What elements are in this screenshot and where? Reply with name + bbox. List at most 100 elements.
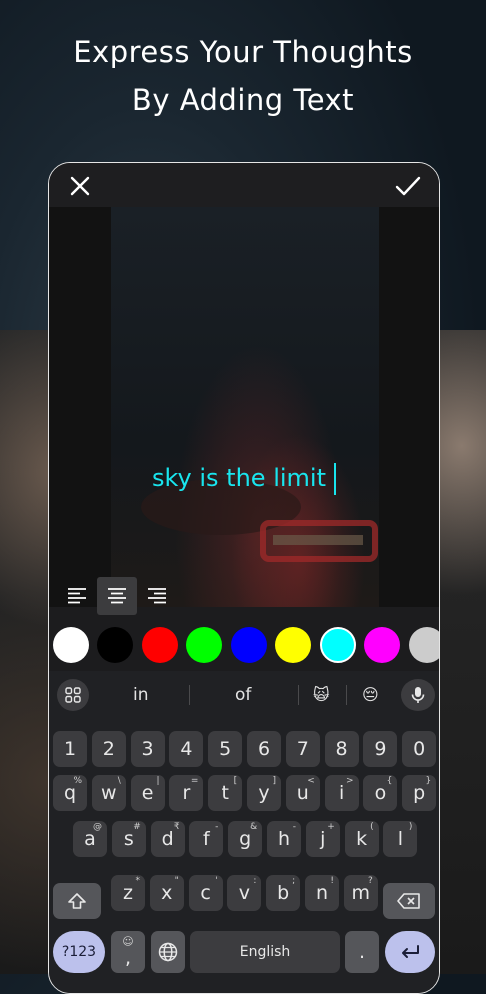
key-e[interactable]: e | (130, 775, 165, 811)
color-swatch-cyan[interactable] (320, 627, 356, 663)
key-n[interactable]: n! (305, 875, 339, 911)
key-hint: = (190, 776, 199, 786)
align-left-button[interactable] (57, 577, 97, 615)
key-label: i (338, 782, 345, 804)
key-hint: @ (93, 822, 102, 832)
key-hint: ! (330, 876, 334, 886)
microphone-icon[interactable] (401, 679, 435, 711)
key-z[interactable]: z * (111, 875, 145, 911)
key-label: z (123, 882, 133, 904)
key-label: 0 (413, 738, 426, 760)
key-label: v (238, 882, 251, 904)
key-hint: # (133, 822, 141, 832)
key-label: y (258, 782, 270, 804)
key-hint: % (73, 776, 82, 786)
align-right-button[interactable] (137, 577, 177, 615)
color-swatch-blue[interactable] (231, 627, 267, 663)
key-label: p (413, 782, 426, 804)
color-swatch-gray[interactable] (409, 627, 439, 663)
key-7[interactable]: 7 (285, 731, 320, 767)
key-l[interactable]: l) (383, 821, 418, 857)
key-hint: [ (233, 776, 238, 786)
key-a[interactable]: a @ (73, 821, 107, 857)
key-d[interactable]: d ₹ (150, 821, 185, 857)
key-f[interactable]: f- (189, 821, 224, 857)
headline-line-1: Express Your Thoughts (73, 35, 413, 69)
color-swatch-green[interactable] (186, 627, 222, 663)
key-y[interactable]: y] (247, 775, 281, 811)
align-center-button[interactable] (97, 577, 137, 615)
key-label: 6 (257, 738, 271, 760)
suggestion-emoji-1[interactable]: 🙀 (313, 685, 330, 704)
key-label: l (397, 828, 404, 850)
key-label: w (101, 782, 117, 804)
key-label: 9 (374, 738, 387, 760)
key-6[interactable]: 6 (247, 731, 281, 767)
editor-canvas: sky is the limit (49, 207, 439, 607)
align-left-icon (68, 588, 86, 604)
color-swatch-red[interactable] (142, 627, 178, 663)
key-label: 2 (102, 738, 115, 760)
key-label: e (141, 782, 154, 804)
check-icon[interactable] (391, 169, 425, 203)
key-label: f (203, 828, 210, 850)
key-q[interactable]: q% (53, 775, 87, 811)
key-1[interactable]: 1 (53, 731, 87, 767)
key-p[interactable]: p} (402, 775, 437, 811)
key-u[interactable]: u < (285, 775, 320, 811)
key-v[interactable]: v: (227, 875, 262, 911)
language-globe-key[interactable] (151, 931, 185, 973)
color-swatch-black[interactable] (97, 627, 133, 663)
key-o[interactable]: o{ (363, 775, 398, 811)
key-h[interactable]: h- (267, 821, 301, 857)
key-label: d (161, 828, 174, 850)
key-b[interactable]: b; (266, 875, 301, 911)
key-5[interactable]: 5 (208, 731, 243, 767)
suggestion-1[interactable]: in (133, 685, 149, 705)
key-w[interactable]: w \ (91, 775, 126, 811)
backspace-key[interactable] (383, 883, 435, 919)
key-s[interactable]: s # (111, 821, 146, 857)
key-3[interactable]: 3 (130, 731, 165, 767)
phone-frame: sky is the limit in of 🙀 😔 1 2 3 4 5 6 7… (48, 162, 440, 994)
shift-key[interactable] (53, 883, 101, 919)
enter-key[interactable] (385, 931, 435, 973)
key-0[interactable]: 0 (402, 731, 437, 767)
comma-label: , (124, 947, 132, 969)
overlay-text-value: sky is the limit (152, 464, 326, 492)
key-j[interactable]: j + (305, 821, 340, 857)
key-8[interactable]: 8 (324, 731, 359, 767)
symbols-key[interactable]: ?123 (53, 931, 105, 973)
suggestion-2[interactable]: of (235, 685, 251, 705)
key-label: 4 (180, 738, 193, 760)
key-x[interactable]: x " (149, 875, 184, 911)
key-label: 7 (296, 738, 309, 760)
close-icon[interactable] (63, 169, 97, 203)
key-i[interactable]: i > (324, 775, 359, 811)
headline-line-2: By Adding Text (131, 83, 355, 117)
key-9[interactable]: 9 (363, 731, 398, 767)
comma-key[interactable]: ☺ , (111, 931, 145, 973)
alignment-toolbar (49, 573, 439, 617)
overlay-text[interactable]: sky is the limit (49, 463, 439, 495)
key-hint: \ (117, 776, 121, 786)
space-bar[interactable]: English (190, 931, 340, 973)
key-r[interactable]: r = (169, 775, 204, 811)
key-2[interactable]: 2 (91, 731, 126, 767)
key-t[interactable]: t[ (208, 775, 243, 811)
key-hint: < (307, 776, 315, 786)
key-k[interactable]: k( (344, 821, 379, 857)
color-swatch-white[interactable] (53, 627, 89, 663)
backspace-icon (397, 893, 420, 909)
color-swatch-magenta[interactable] (364, 627, 400, 663)
key-g[interactable]: g & (228, 821, 263, 857)
key-c[interactable]: c ' (188, 875, 223, 911)
key-hint: " (174, 876, 179, 886)
key-4[interactable]: 4 (169, 731, 204, 767)
period-key[interactable]: . (345, 931, 379, 973)
key-m[interactable]: m? (343, 875, 378, 911)
apps-grid-icon[interactable] (57, 679, 89, 711)
suggestion-emoji-2[interactable]: 😔 (362, 685, 379, 704)
color-swatch-yellow[interactable] (275, 627, 311, 663)
editor-top-bar (49, 163, 439, 207)
